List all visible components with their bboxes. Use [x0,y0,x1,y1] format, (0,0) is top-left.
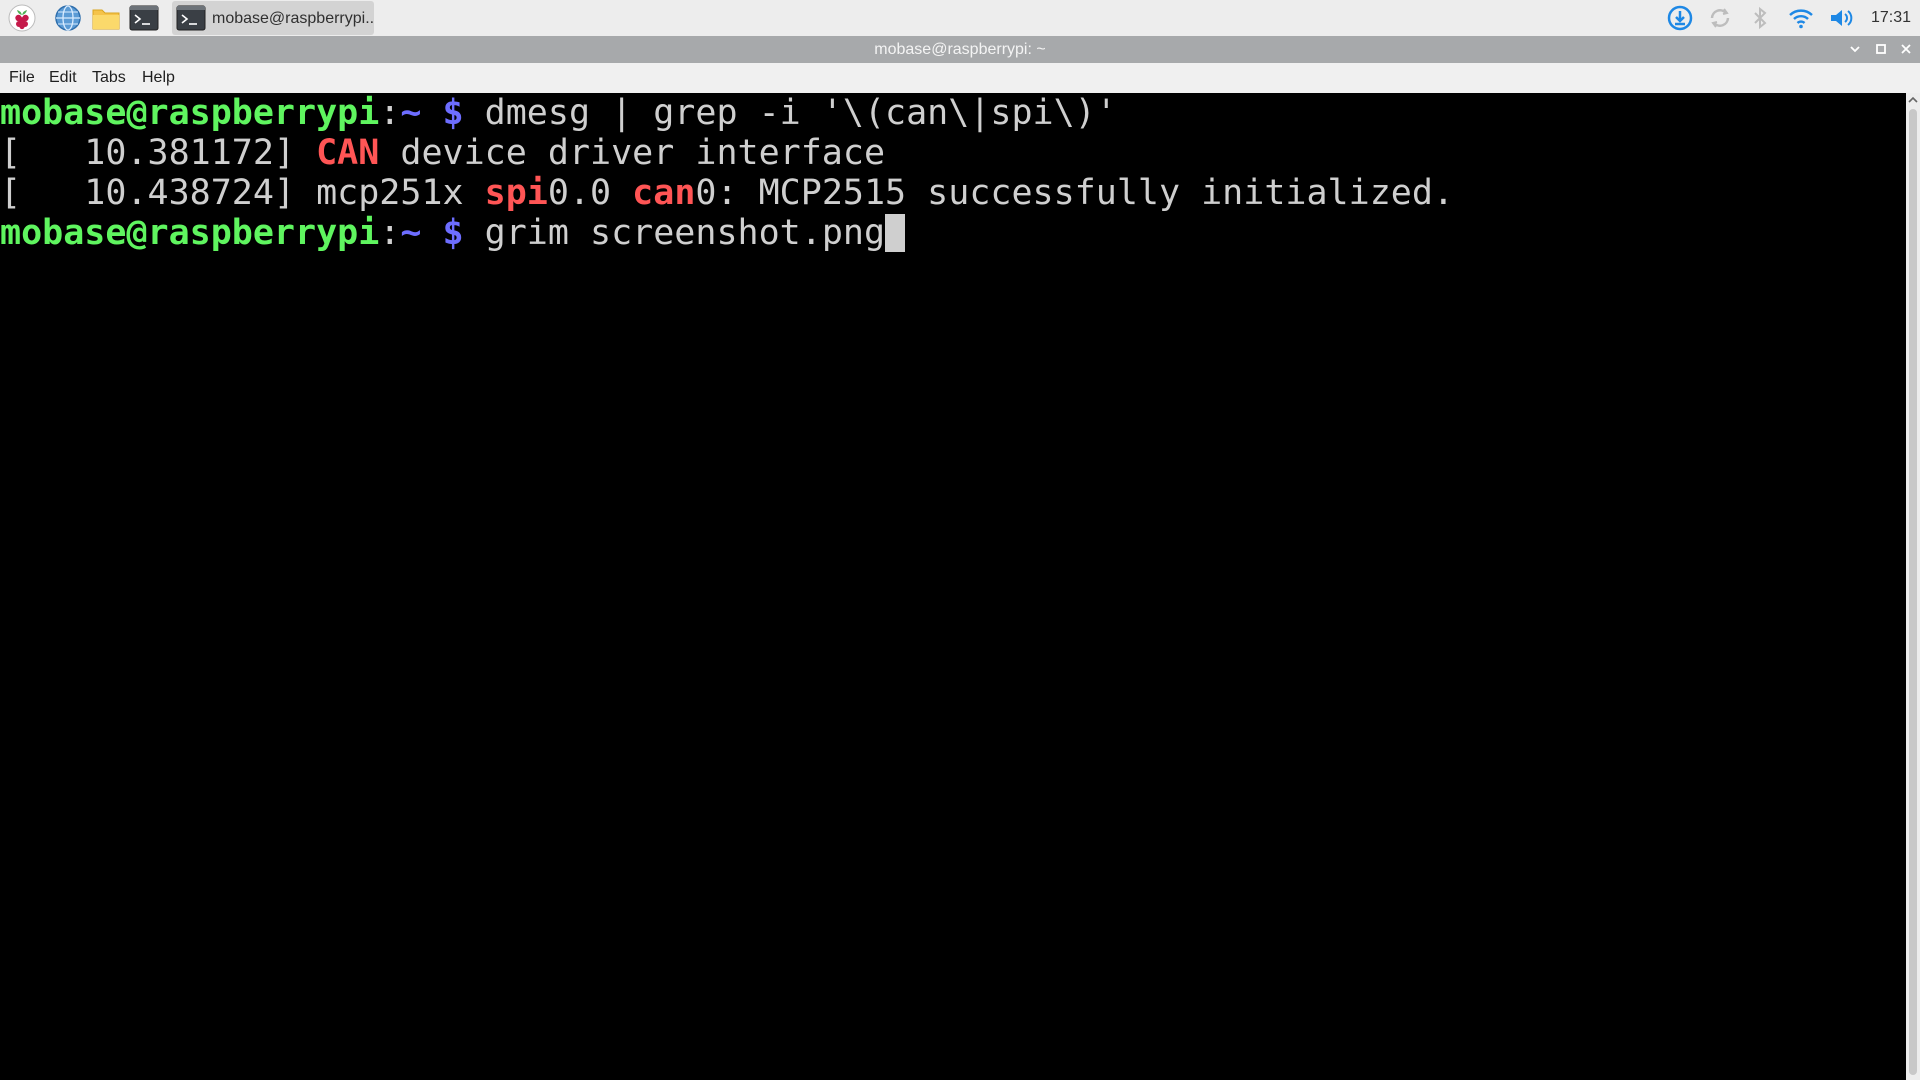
terminal-line: [ 10.381172] CAN device driver interface [0,133,885,173]
scrollbar-thumb[interactable] [1909,109,1917,1075]
menu-bar: File Edit Tabs Help [0,63,1920,93]
terminal-line: mobase@raspberrypi:~ $ grim screenshot.p… [0,213,906,253]
grep-match: CAN [316,133,380,173]
taskbar-window-label: mobase@raspberrypi.. [212,10,375,27]
grep-match: spi [484,173,548,213]
wifi-icon[interactable] [1787,4,1815,32]
scroll-up-icon[interactable] [1908,95,1918,105]
command-text: dmesg | grep -i '\(can\|spi\)' [463,93,1117,133]
menu-edit[interactable]: Edit [49,69,77,87]
prompt-separator: : [379,213,401,253]
text-cursor [885,214,906,252]
prompt-user: mobase@raspberrypi [0,213,380,253]
command-text: grim screenshot.png [463,213,886,253]
terminal-output[interactable]: mobase@raspberrypi:~ $ dmesg | grep -i '… [0,93,1906,1080]
prompt-directory: ~ $ [400,213,464,253]
web-browser-icon[interactable] [53,3,83,33]
window-title: mobase@raspberrypi: ~ [874,41,1046,58]
menu-file[interactable]: File [9,69,35,87]
taskbar-window-button[interactable]: mobase@raspberrypi.. [172,1,374,35]
taskbar: mobase@raspberrypi.. 17:31 [0,0,1920,37]
prompt-separator: : [379,93,401,133]
minimize-icon[interactable] [1846,40,1864,58]
menu-help[interactable]: Help [142,69,175,87]
file-manager-icon[interactable] [91,3,121,33]
log-text: 0.0 [547,173,633,213]
terminal-scrollbar[interactable] [1906,93,1920,1080]
log-timestamp: [ 10.381172] [0,133,317,173]
log-text: device driver interface [379,133,886,173]
maximize-icon[interactable] [1872,40,1890,58]
bluetooth-icon[interactable] [1746,4,1774,32]
system-tray: 17:31 [1650,0,1920,36]
grep-match: can [632,173,696,213]
prompt-directory: ~ $ [400,93,464,133]
raspberry-menu-icon[interactable] [7,3,37,33]
clock[interactable]: 17:31 [1871,9,1911,27]
download-update-icon[interactable] [1666,4,1694,32]
menu-tabs[interactable]: Tabs [92,69,126,87]
terminal-icon [176,5,206,31]
sync-icon[interactable] [1706,4,1734,32]
log-text: 0: MCP2515 successfully initialized. [695,173,1454,213]
close-icon[interactable] [1897,40,1915,58]
window-titlebar[interactable]: mobase@raspberrypi: ~ [0,36,1920,63]
log-timestamp: [ 10.438724] mcp251x [0,173,485,213]
terminal-line: [ 10.438724] mcp251x spi0.0 can0: MCP251… [0,173,1454,213]
prompt-user: mobase@raspberrypi [0,93,380,133]
terminal-line: mobase@raspberrypi:~ $ dmesg | grep -i '… [0,93,1117,133]
terminal-icon[interactable] [129,3,159,33]
volume-icon[interactable] [1828,4,1856,32]
